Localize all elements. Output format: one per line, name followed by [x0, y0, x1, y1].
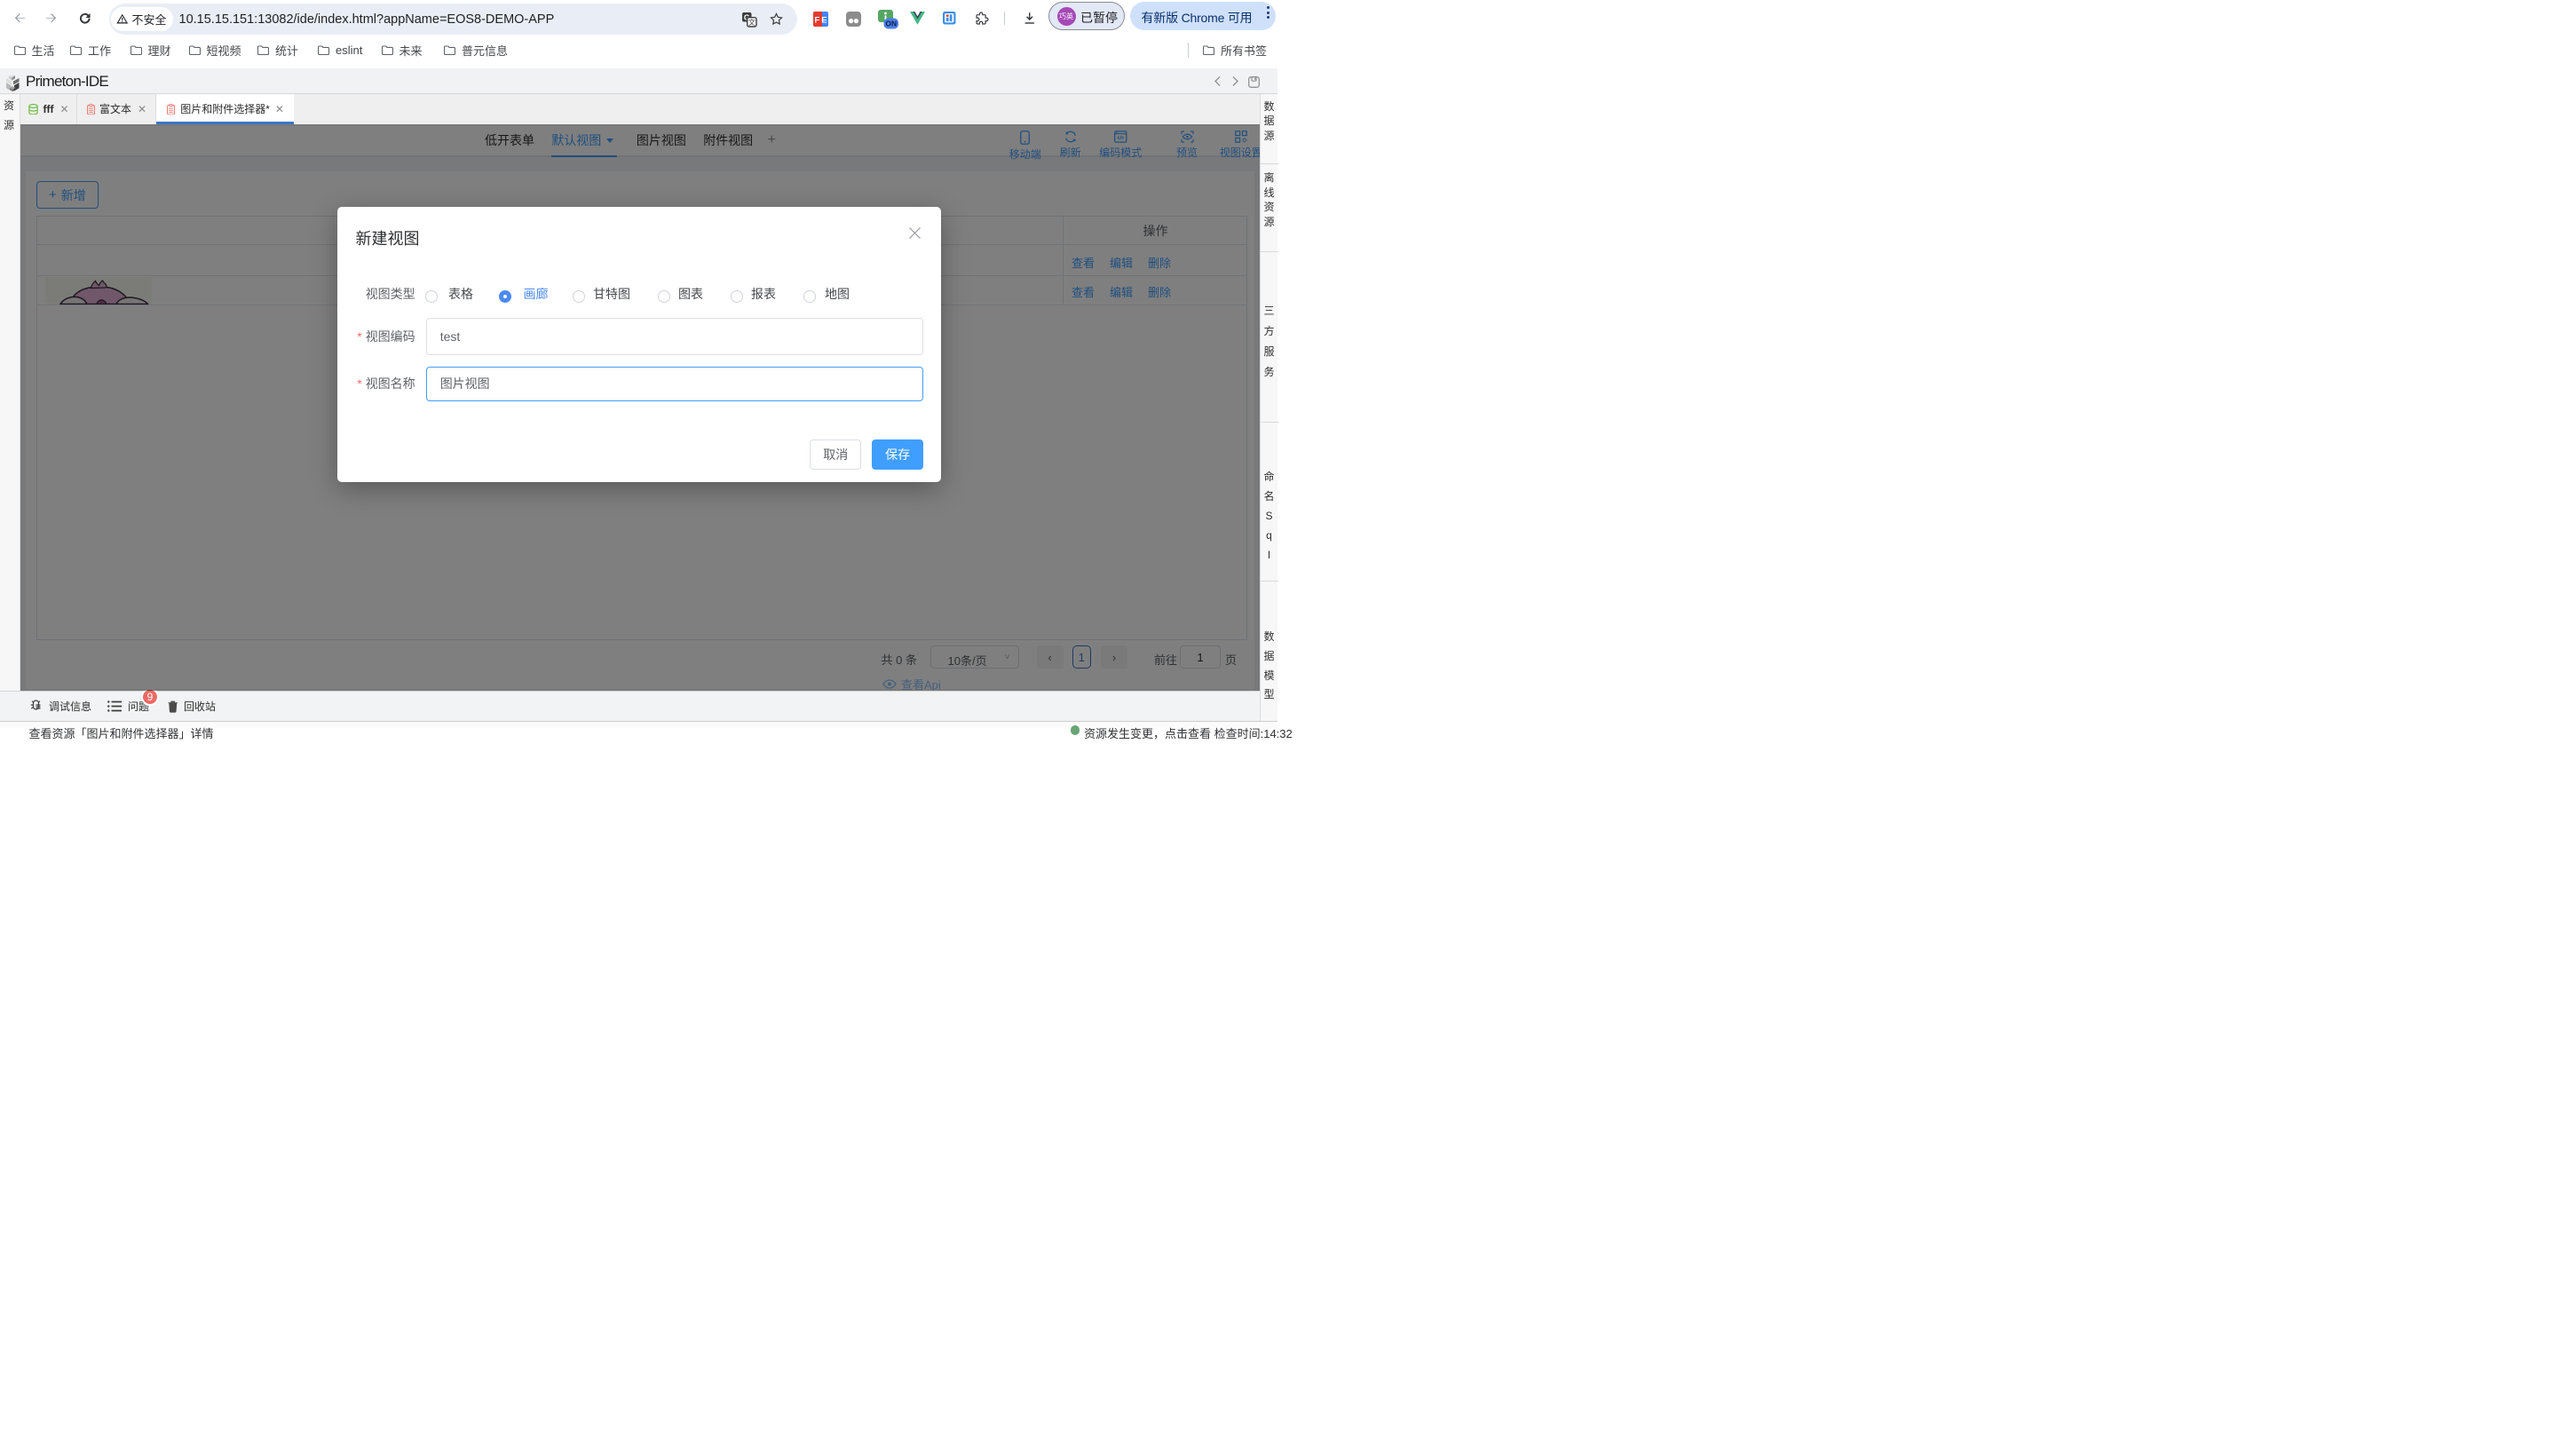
svg-text:F: F [814, 15, 819, 25]
svg-text:文: 文 [748, 18, 755, 27]
svg-text:ON: ON [885, 20, 897, 28]
svg-text:E: E [821, 15, 827, 25]
